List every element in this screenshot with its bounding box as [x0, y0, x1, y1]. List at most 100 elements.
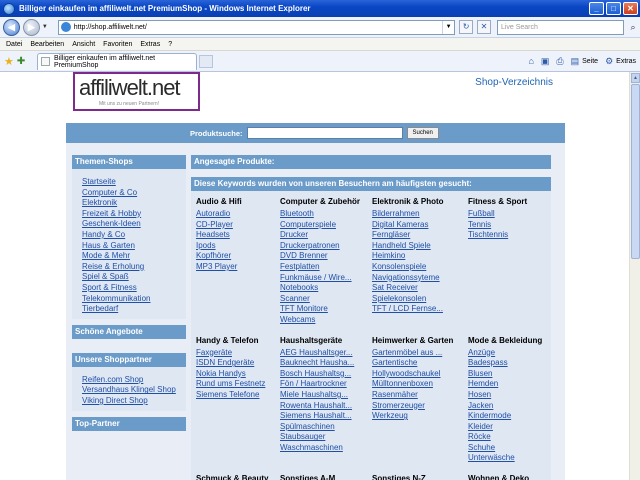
feeds-icon[interactable]: ▣ — [541, 56, 550, 67]
keyword-link[interactable]: DVD Brenner — [280, 251, 372, 262]
keyword-link[interactable]: Unterwäsche — [468, 453, 552, 464]
partner-link[interactable]: Reifen.com Shop — [82, 375, 186, 386]
theme-link[interactable]: Startseite — [82, 177, 186, 188]
keyword-link[interactable]: Rowenta Haushalt... — [280, 401, 372, 412]
keyword-link[interactable]: Drucker — [280, 230, 372, 241]
keyword-link[interactable]: Fön / Haartrockner — [280, 379, 372, 390]
keyword-link[interactable]: Gartenmöbel aus ... — [372, 348, 468, 359]
stop-icon[interactable]: ✕ — [477, 20, 491, 34]
product-search-input[interactable] — [246, 127, 403, 139]
keyword-link[interactable]: Bilderrahmen — [372, 209, 468, 220]
keyword-link[interactable]: Digital Kameras — [372, 220, 468, 231]
keyword-link[interactable]: Festplatten — [280, 262, 372, 273]
keyword-link[interactable]: CD-Player — [196, 220, 280, 231]
theme-link[interactable]: Spiel & Spaß — [82, 272, 186, 283]
keyword-link[interactable]: Kopfhörer — [196, 251, 280, 262]
address-input[interactable]: http://shop.affiliwelt.net/ — [74, 24, 442, 31]
maximize-button[interactable]: □ — [606, 2, 621, 15]
theme-link[interactable]: Geschenk-Ideen — [82, 219, 186, 230]
theme-link[interactable]: Reise & Erholung — [82, 262, 186, 273]
menu-view[interactable]: Ansicht — [72, 41, 95, 48]
menu-tools[interactable]: Extras — [140, 41, 160, 48]
keyword-link[interactable]: Faxgeräte — [196, 348, 280, 359]
favorites-star-icon[interactable]: ★ — [4, 55, 14, 68]
address-dropdown-icon[interactable]: ▼ — [442, 20, 454, 34]
keyword-link[interactable]: Bluetooth — [280, 209, 372, 220]
keyword-link[interactable]: Spülmaschinen — [280, 422, 372, 433]
keyword-link[interactable]: Staubsauger — [280, 432, 372, 443]
keyword-link[interactable]: Jacken — [468, 401, 552, 412]
page-menu-button[interactable]: Seite — [582, 58, 598, 65]
keyword-link[interactable]: TFT Monitore — [280, 304, 372, 315]
keyword-link[interactable]: Sat Receiver — [372, 283, 468, 294]
forward-button[interactable]: ▶ — [22, 18, 40, 36]
address-bar[interactable]: http://shop.affiliwelt.net/ ▼ — [57, 19, 456, 35]
keyword-link[interactable]: Notebooks — [280, 283, 372, 294]
keyword-link[interactable]: Bosch Haushaltsg... — [280, 369, 372, 380]
keyword-link[interactable]: Kleider — [468, 422, 552, 433]
menu-help[interactable]: ? — [168, 41, 172, 48]
keyword-link[interactable]: Kindermode — [468, 411, 552, 422]
keyword-link[interactable]: ISDN Endgeräte — [196, 358, 280, 369]
keyword-link[interactable]: Werkzeug — [372, 411, 468, 422]
keyword-link[interactable]: TFT / LCD Fernse... — [372, 304, 468, 315]
home-icon[interactable]: ⌂ — [528, 56, 533, 66]
scroll-thumb[interactable] — [631, 84, 640, 259]
keyword-link[interactable]: Anzüge — [468, 348, 552, 359]
search-icon[interactable]: ⌕ — [626, 20, 640, 34]
keyword-link[interactable]: Gartentische — [372, 358, 468, 369]
keyword-link[interactable]: Bauknecht Hausha... — [280, 358, 372, 369]
menu-file[interactable]: Datei — [6, 41, 22, 48]
keyword-link[interactable]: Siemens Telefone — [196, 390, 280, 401]
keyword-link[interactable]: MP3 Player — [196, 262, 280, 273]
keyword-link[interactable]: Hemden — [468, 379, 552, 390]
partner-link[interactable]: Viking Direct Shop — [82, 396, 186, 407]
site-logo[interactable]: affiliwelt.net Mit uns zu neuen Partnern… — [73, 72, 200, 111]
keyword-link[interactable]: Badespass — [468, 358, 552, 369]
minimize-button[interactable]: _ — [589, 2, 604, 15]
keyword-link[interactable]: Scanner — [280, 294, 372, 305]
keyword-link[interactable]: Rund ums Festnetz — [196, 379, 280, 390]
tools-menu-icon[interactable]: ⚙ — [605, 56, 613, 67]
theme-link[interactable]: Handy & Co — [82, 230, 186, 241]
search-button[interactable]: Suchen — [406, 127, 439, 139]
keyword-link[interactable]: Druckerpatronen — [280, 241, 372, 252]
keyword-link[interactable]: Siemens Haushalt... — [280, 411, 372, 422]
theme-link[interactable]: Haus & Garten — [82, 241, 186, 252]
theme-link[interactable]: Elektronik — [82, 198, 186, 209]
keyword-link[interactable]: Funkmäuse / Wire... — [280, 273, 372, 284]
keyword-link[interactable]: Headsets — [196, 230, 280, 241]
keyword-link[interactable]: Ipods — [196, 241, 280, 252]
keyword-link[interactable]: Hollywoodschaukel — [372, 369, 468, 380]
keyword-link[interactable]: AEG Haushaltsger... — [280, 348, 372, 359]
keyword-link[interactable]: Tennis — [468, 220, 552, 231]
keyword-link[interactable]: Hosen — [468, 390, 552, 401]
keyword-link[interactable]: Blusen — [468, 369, 552, 380]
keyword-link[interactable]: Handheld Spiele — [372, 241, 468, 252]
keyword-link[interactable]: Nokia Handys — [196, 369, 280, 380]
scroll-up-icon[interactable]: ▲ — [631, 73, 640, 83]
keyword-link[interactable]: Fußball — [468, 209, 552, 220]
keyword-link[interactable]: Rasenmäher — [372, 390, 468, 401]
print-icon[interactable]: ⎙ — [556, 56, 563, 67]
theme-link[interactable]: Sport & Fitness — [82, 283, 186, 294]
keyword-link[interactable]: Stromerzeuger — [372, 401, 468, 412]
keyword-link[interactable]: Computerspiele — [280, 220, 372, 231]
keyword-link[interactable]: Konsolenspiele — [372, 262, 468, 273]
close-button[interactable]: ✕ — [623, 2, 638, 15]
page-menu-icon[interactable]: ▤ — [571, 56, 580, 67]
keyword-link[interactable]: Tischtennis — [468, 230, 552, 241]
keyword-link[interactable]: Mülltonnenboxen — [372, 379, 468, 390]
keyword-link[interactable]: Röcke — [468, 432, 552, 443]
vertical-scrollbar[interactable]: ▲ — [629, 72, 640, 480]
theme-link[interactable]: Computer & Co — [82, 188, 186, 199]
keyword-link[interactable]: Miele Haushaltsg... — [280, 390, 372, 401]
menu-favorites[interactable]: Favoriten — [103, 41, 132, 48]
keyword-link[interactable]: Webcams — [280, 315, 372, 326]
tab-active[interactable]: Billiger einkaufen im affiliwelt.net Pre… — [37, 52, 198, 70]
new-tab-button[interactable] — [199, 54, 214, 68]
keyword-link[interactable]: Schuhe — [468, 443, 552, 454]
keyword-link[interactable]: Heimkino — [372, 251, 468, 262]
keyword-link[interactable]: Ferngläser — [372, 230, 468, 241]
tools-menu-button[interactable]: Extras — [616, 58, 636, 65]
